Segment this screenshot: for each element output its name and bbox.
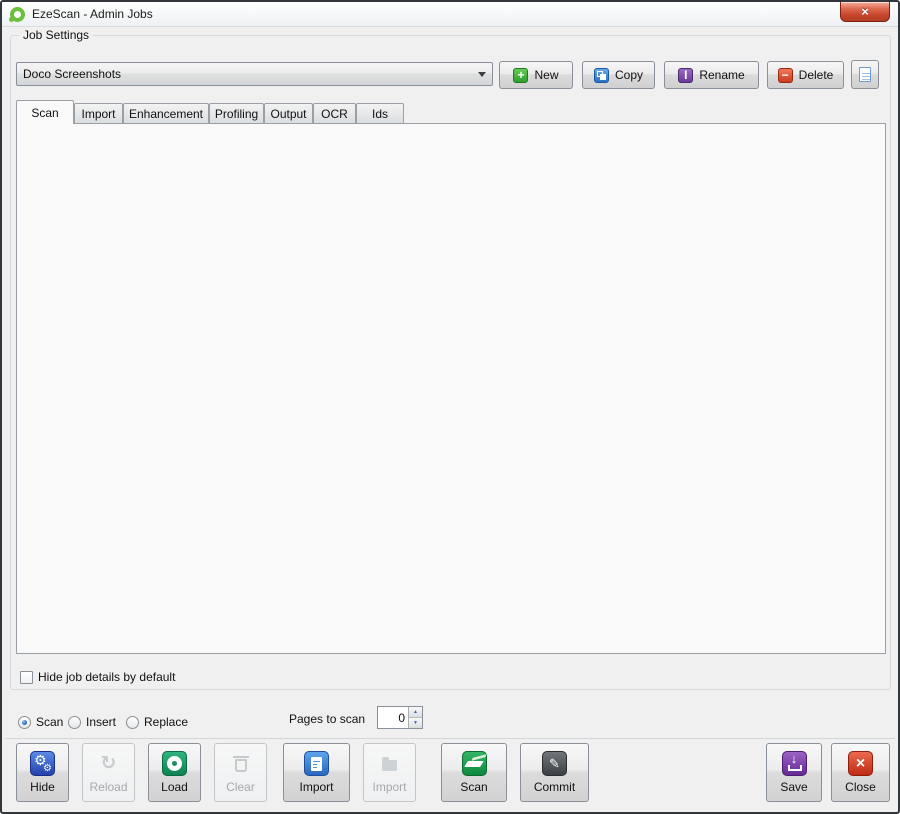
document-icon [859, 67, 871, 82]
commit-button[interactable]: ✎ Commit [520, 743, 589, 802]
window-title: EzeScan - Admin Jobs [32, 7, 153, 21]
pages-to-scan-stepper[interactable]: 0 ▲▼ [377, 706, 423, 729]
save-button[interactable]: ↓ Save [766, 743, 822, 802]
title-bar: EzeScan - Admin Jobs [2, 2, 898, 27]
reload-button[interactable]: ↻ Reload [82, 743, 135, 802]
import-disabled-button[interactable]: Import [363, 743, 416, 802]
mode-replace-radio[interactable]: Replace [126, 715, 188, 729]
document-arrow-icon [304, 751, 329, 776]
tab-ocr[interactable]: OCR [313, 103, 356, 124]
delete-icon: − [778, 68, 793, 83]
tab-import[interactable]: Import [74, 103, 123, 124]
tab-ids[interactable]: Ids [356, 103, 404, 124]
folder-icon [377, 751, 402, 776]
copy-icon [594, 68, 609, 83]
close-button[interactable]: × Close [831, 743, 890, 802]
job-settings-legend: Job Settings [19, 28, 93, 42]
clear-button[interactable]: Clear [214, 743, 267, 802]
import-button[interactable]: Import [283, 743, 350, 802]
footer-separator [5, 738, 895, 739]
reload-icon: ↻ [96, 751, 121, 776]
scan-button[interactable]: Scan [441, 743, 507, 802]
hide-button[interactable]: ⚙⚙ Hide [16, 743, 69, 802]
radio-icon [68, 716, 81, 729]
tab-profiling[interactable]: Profiling [209, 103, 264, 124]
stepper-arrows-icon[interactable]: ▲▼ [408, 707, 422, 728]
ezescan-admin-jobs-window: EzeScan - Admin Jobs × Job Settings Doco… [0, 0, 900, 814]
ezescan-logo-icon [10, 7, 25, 22]
scan-tab-page [16, 123, 886, 654]
close-x-icon: × [848, 751, 873, 776]
tab-enhancement[interactable]: Enhancement [123, 103, 209, 124]
job-notes-button[interactable] [851, 60, 879, 89]
mode-scan-radio[interactable]: Scan [18, 715, 63, 729]
pages-to-scan-label: Pages to scan [289, 712, 365, 726]
cd-icon [162, 751, 187, 776]
job-rename-button[interactable]: I Rename [664, 61, 759, 89]
window-close-button[interactable]: × [840, 2, 890, 22]
mode-insert-radio[interactable]: Insert [68, 715, 116, 729]
job-delete-button[interactable]: − Delete [767, 61, 844, 89]
load-button[interactable]: Load [148, 743, 201, 802]
hide-job-details-checkbox[interactable]: Hide job details by default [20, 670, 175, 684]
job-new-button[interactable]: + New [499, 61, 573, 89]
save-arrow-icon: ↓ [782, 751, 807, 776]
scanner-icon [462, 751, 487, 776]
trash-icon [228, 751, 253, 776]
radio-icon [126, 716, 139, 729]
checkbox-icon [20, 671, 33, 684]
close-icon: × [861, 4, 869, 19]
pencil-icon: ✎ [542, 751, 567, 776]
gears-icon: ⚙⚙ [30, 751, 55, 776]
job-copy-button[interactable]: Copy [582, 61, 655, 89]
radio-icon [18, 716, 31, 729]
job-select-combo[interactable]: Doco Screenshots [16, 62, 493, 86]
job-select-value: Doco Screenshots [23, 67, 121, 81]
rename-icon: I [678, 68, 693, 83]
tab-output[interactable]: Output [264, 103, 313, 124]
tab-scan[interactable]: Scan [16, 100, 74, 124]
new-icon: + [513, 68, 528, 83]
